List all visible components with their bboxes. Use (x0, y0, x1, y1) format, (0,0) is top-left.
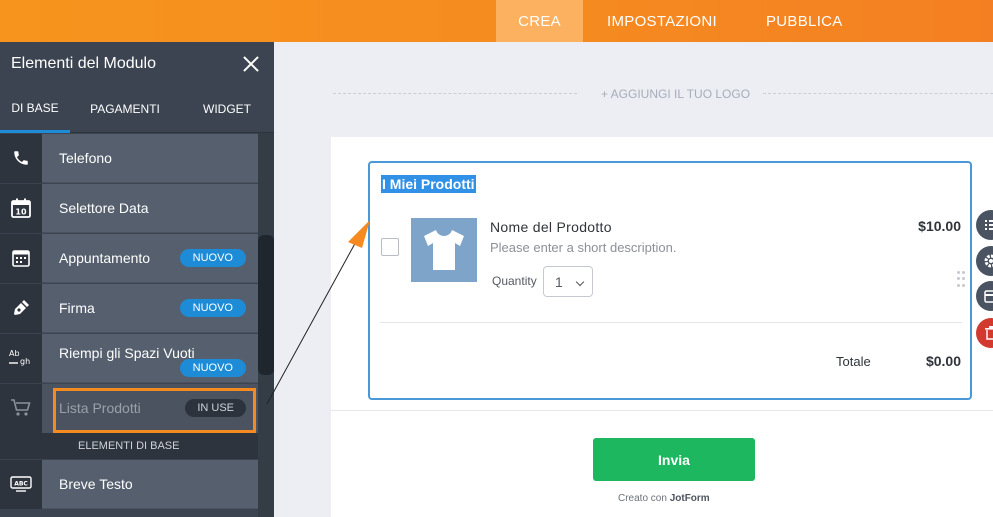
sidebar-item-label: Selettore Data (59, 199, 149, 216)
scrollbar-thumb[interactable] (258, 235, 274, 375)
tab-di-base[interactable]: DI BASE (0, 86, 70, 133)
sidebar-item-selettore-data[interactable]: 10 Selettore Data (0, 183, 258, 233)
tab-pagamenti[interactable]: PAGAMENTI (70, 86, 180, 133)
sidebar-item-appuntamento[interactable]: Appuntamento NUOVO (0, 233, 258, 283)
sidebar-header: Elementi del Modulo (0, 42, 274, 86)
logo-divider-left (333, 93, 577, 94)
quantity-select[interactable]: 1 (543, 266, 593, 297)
section-header: ELEMENTI DI BASE (0, 433, 258, 459)
phone-icon (0, 133, 42, 183)
submit-button[interactable]: Invia (593, 438, 755, 481)
product-image (411, 218, 477, 282)
chevron-down-icon (575, 277, 585, 287)
top-bar: CREA IMPOSTAZIONI PUBBLICA (0, 0, 993, 42)
top-nav: CREA IMPOSTAZIONI PUBBLICA (496, 0, 843, 42)
field-title[interactable]: I Miei Prodotti (381, 175, 476, 193)
sidebar-item-breve-testo[interactable]: ABC Breve Testo (0, 459, 258, 509)
sidebar-item-label: Breve Testo (59, 475, 133, 492)
tab-pubblica[interactable]: PUBBLICA (766, 0, 843, 42)
sidebar-item-telefono[interactable]: Telefono (0, 133, 258, 183)
cart-icon (0, 383, 42, 433)
sidebar-item-label: Lista Prodotti (59, 399, 141, 416)
sidebar-item-label: Riempi gli Spazi Vuoti (59, 344, 195, 361)
sidebar-item-lista-prodotti[interactable]: Lista Prodotti IN USE (0, 383, 258, 433)
sidebar-title: Elementi del Modulo (11, 55, 156, 72)
tab-impostazioni[interactable]: IMPOSTAZIONI (607, 0, 717, 42)
svg-text:Ab: Ab (9, 349, 20, 358)
form-elements-sidebar: Elementi del Modulo DI BASE PAGAMENTI WI… (0, 42, 274, 517)
total-label: Totale (836, 354, 871, 369)
total-divider (380, 322, 962, 323)
new-badge: NUOVO (179, 248, 246, 267)
tab-crea[interactable]: CREA (496, 0, 583, 42)
in-use-badge: IN USE (185, 398, 246, 417)
close-icon[interactable] (240, 53, 262, 75)
sidebar-tabs: DI BASE PAGAMENTI WIDGET (0, 86, 274, 133)
new-badge: NUOVO (179, 298, 246, 317)
total-value: $0.00 (925, 353, 961, 369)
logo-divider-right (763, 93, 993, 94)
product-name: Nome del Prodotto (490, 219, 612, 235)
add-logo-link[interactable]: + AGGIUNGI IL TUO LOGO (601, 87, 750, 101)
credit-prefix: Creato con (618, 493, 667, 504)
credit-brand: JotForm (669, 493, 710, 504)
tab-widget[interactable]: WIDGET (180, 86, 274, 133)
quantity-label: Quantity (492, 274, 537, 288)
sidebar-element-list: Telefono 10 Selettore Data Appuntamento … (0, 133, 258, 509)
quantity-value: 1 (555, 273, 563, 290)
sidebar-scrollbar[interactable] (258, 133, 274, 517)
svg-text:10: 10 (15, 208, 27, 217)
tshirt-icon (424, 230, 464, 270)
jotform-credit[interactable]: Creato con JotForm (618, 493, 710, 504)
fill-blank-icon: Ab gh (0, 333, 42, 383)
short-text-icon: ABC (0, 459, 42, 509)
sidebar-item-label: Firma (59, 299, 95, 316)
svg-text:gh: gh (20, 357, 30, 366)
product-checkbox[interactable] (381, 238, 399, 256)
appointment-icon (0, 233, 42, 283)
sidebar-item-label: Appuntamento (59, 249, 151, 266)
sidebar-item-firma[interactable]: Firma NUOVO (0, 283, 258, 333)
product-list-field[interactable]: I Miei Prodotti Nome del Prodotto Please… (368, 161, 972, 400)
calendar-icon: 10 (0, 183, 42, 233)
svg-text:ABC: ABC (14, 481, 28, 488)
form-divider (331, 410, 993, 411)
product-price: $10.00 (918, 218, 961, 234)
product-description: Please enter a short description. (490, 240, 677, 255)
sidebar-item-riempi-spazi-vuoti[interactable]: Ab gh Riempi gli Spazi Vuoti NUOVO (0, 333, 258, 383)
sidebar-item-label: Telefono (59, 149, 112, 166)
new-badge: NUOVO (179, 358, 246, 377)
drag-handle-icon[interactable] (957, 271, 965, 287)
signature-icon (0, 283, 42, 333)
